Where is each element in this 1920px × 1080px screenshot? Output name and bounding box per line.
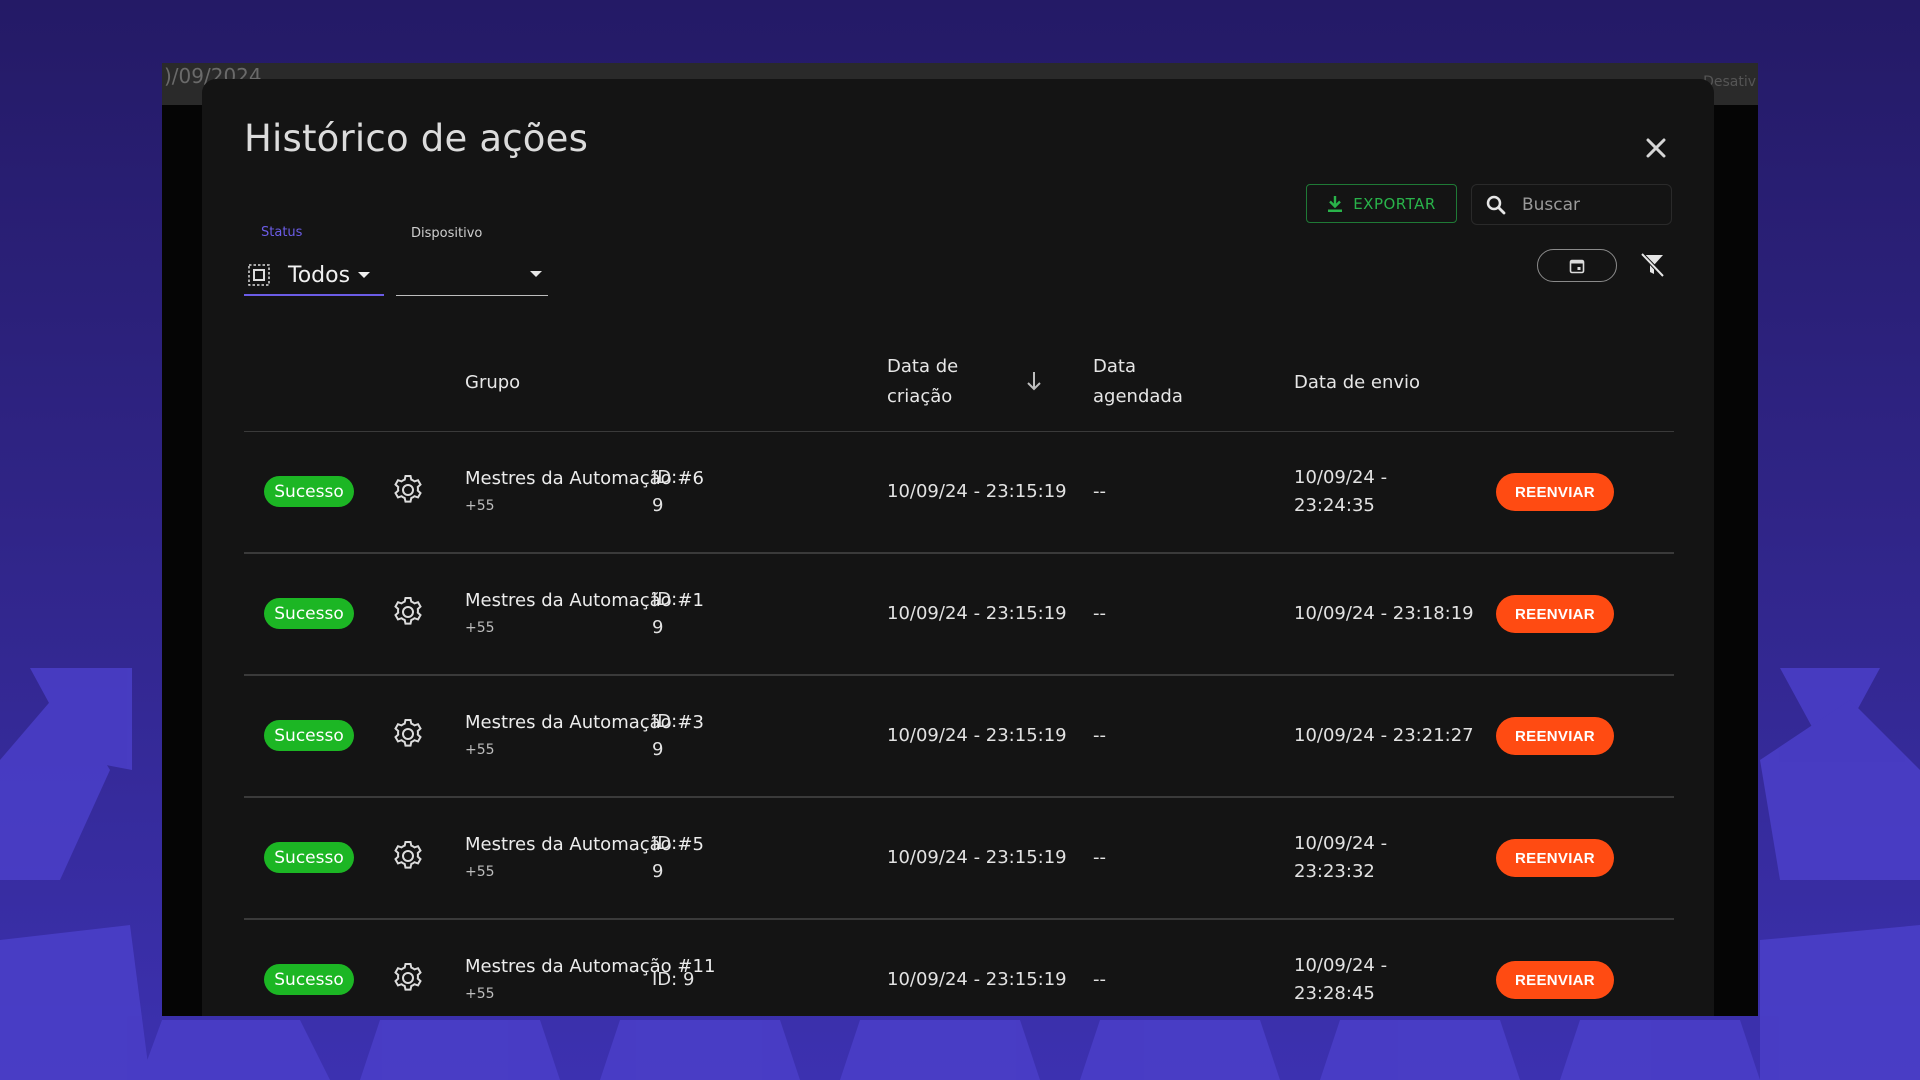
created-date: 10/09/24 - 23:15:19 <box>887 847 1067 868</box>
status-badge: Sucesso <box>264 842 354 873</box>
group-id-line1: ID: <box>652 711 678 732</box>
status-filter-select[interactable]: Todos <box>244 256 384 296</box>
created-date: 10/09/24 - 23:15:19 <box>887 725 1067 746</box>
status-badge: Sucesso <box>264 964 354 995</box>
group-id: ID: 9 <box>652 830 677 886</box>
sent-date: 10/09/24 - 23:18:19 <box>1294 600 1474 628</box>
column-header-created-line1: Data de <box>887 356 959 377</box>
status-badge: Sucesso <box>264 720 354 751</box>
table-row: Sucesso Mestres da Automação #6 +55 ID: 9 10/… <box>244 432 1674 554</box>
sent-date-line1: 10/09/24 - <box>1294 833 1388 854</box>
column-header-group[interactable]: Grupo <box>465 368 520 398</box>
column-header-scheduled[interactable]: Data agendada <box>1093 352 1183 412</box>
resend-button[interactable]: REENVIAR <box>1496 961 1614 999</box>
close-button[interactable] <box>1639 131 1673 165</box>
sent-date: 10/09/24 - 23:23:32 <box>1294 830 1387 886</box>
sent-date-line1: 10/09/24 - 23:21:27 <box>1294 725 1474 746</box>
status-badge: Sucesso <box>264 598 354 629</box>
sent-date: 10/09/24 - 23:24:35 <box>1294 464 1387 520</box>
column-header-scheduled-line2: agendada <box>1093 386 1183 407</box>
status-filter-value: Todos <box>288 262 351 288</box>
group-phone-prefix: +55 <box>465 498 495 514</box>
scheduled-date: -- <box>1093 603 1106 624</box>
scheduled-date: -- <box>1093 847 1106 868</box>
group-id-line1: ID: <box>652 589 678 610</box>
column-header-sent[interactable]: Data de envio <box>1294 368 1420 398</box>
scheduled-date: -- <box>1093 481 1106 502</box>
group-id-line2: 9 <box>652 495 664 516</box>
created-date: 10/09/24 - 23:15:19 <box>887 481 1067 502</box>
group-id-line1: ID: 9 <box>652 969 695 990</box>
app-window: )/09/2024 Desativ Histórico de ações EXP… <box>162 63 1758 1016</box>
gear-icon[interactable] <box>392 474 424 506</box>
modal-title: Histórico de ações <box>244 117 589 160</box>
resend-button[interactable]: REENVIAR <box>1496 717 1614 755</box>
group-id-line2: 9 <box>652 861 664 882</box>
table-header: Grupo Data de criação Data agendada Data… <box>244 335 1674 432</box>
table-body: Sucesso Mestres da Automação #6 +55 ID: 9 10/… <box>244 432 1674 1016</box>
resend-button[interactable]: REENVIAR <box>1496 595 1614 633</box>
column-header-created-line2: criação <box>887 386 953 407</box>
sent-date: 10/09/24 - 23:21:27 <box>1294 722 1474 750</box>
group-id: ID: 9 <box>652 708 677 764</box>
export-label: EXPORTAR <box>1353 194 1436 213</box>
column-header-scheduled-line1: Data <box>1093 356 1136 377</box>
chevron-down-icon <box>358 271 371 279</box>
gear-icon[interactable] <box>392 718 424 750</box>
table-row: Sucesso Mestres da Automação #3 +55 ID: 9 10/… <box>244 676 1674 798</box>
download-icon <box>1328 195 1343 212</box>
gear-icon[interactable] <box>392 840 424 872</box>
resend-button[interactable]: REENVIAR <box>1496 473 1614 511</box>
created-date: 10/09/24 - 23:15:19 <box>887 603 1067 624</box>
device-filter-select[interactable] <box>396 256 548 296</box>
table-row: Sucesso Mestres da Automação #1 +55 ID: 9 10/… <box>244 554 1674 676</box>
sent-date-line1: 10/09/24 - 23:18:19 <box>1294 603 1474 624</box>
group-id: ID: 9 <box>652 966 694 994</box>
sent-date-line2: 23:28:45 <box>1294 983 1375 1004</box>
table-row: Sucesso Mestres da Automação #5 +55 ID: 9 10/… <box>244 798 1674 920</box>
group-phone-prefix: +55 <box>465 986 495 1002</box>
group-id-line1: ID: <box>652 467 678 488</box>
column-header-created[interactable]: Data de criação <box>887 352 958 412</box>
sent-date-line2: 23:24:35 <box>1294 495 1375 516</box>
history-table: Grupo Data de criação Data agendada Data… <box>244 335 1674 1016</box>
created-date: 10/09/24 - 23:15:19 <box>887 969 1067 990</box>
sent-date: 10/09/24 - 23:28:45 <box>1294 952 1387 1008</box>
group-id-line2: 9 <box>652 739 664 760</box>
arrow-down-icon[interactable] <box>1026 371 1042 391</box>
calendar-icon <box>1569 259 1585 273</box>
search-icon <box>1486 195 1506 215</box>
close-icon <box>1646 138 1666 158</box>
sent-date-line1: 10/09/24 - <box>1294 955 1388 976</box>
group-id-line1: ID: <box>652 833 678 854</box>
group-phone-prefix: +55 <box>465 620 495 636</box>
sent-date-line1: 10/09/24 - <box>1294 467 1388 488</box>
scheduled-date: -- <box>1093 725 1106 746</box>
date-range-button[interactable] <box>1537 249 1617 282</box>
group-phone-prefix: +55 <box>465 864 495 880</box>
resend-button[interactable]: REENVIAR <box>1496 839 1614 877</box>
select-all-icon <box>248 264 270 286</box>
group-phone-prefix: +55 <box>465 742 495 758</box>
sent-date-line2: 23:23:32 <box>1294 861 1375 882</box>
status-badge: Sucesso <box>264 476 354 507</box>
scheduled-date: -- <box>1093 969 1106 990</box>
status-filter-label: Status <box>261 225 303 240</box>
group-id: ID: 9 <box>652 586 677 642</box>
export-button[interactable]: EXPORTAR <box>1306 184 1457 223</box>
search-box[interactable] <box>1471 184 1672 225</box>
group-id: ID: 9 <box>652 464 677 520</box>
gear-icon[interactable] <box>392 962 424 994</box>
device-filter-label: Dispositivo <box>411 226 483 241</box>
search-input[interactable] <box>1520 193 1654 216</box>
action-history-modal: Histórico de ações EXPORTAR Buscar Statu… <box>202 79 1714 1016</box>
clear-filters-button[interactable] <box>1636 249 1668 281</box>
filter-off-icon <box>1640 252 1665 278</box>
chevron-down-icon <box>530 270 542 278</box>
table-row: Sucesso Mestres da Automação #11 +55 ID: 91… <box>244 920 1674 1016</box>
gear-icon[interactable] <box>392 596 424 628</box>
group-id-line2: 9 <box>652 617 664 638</box>
